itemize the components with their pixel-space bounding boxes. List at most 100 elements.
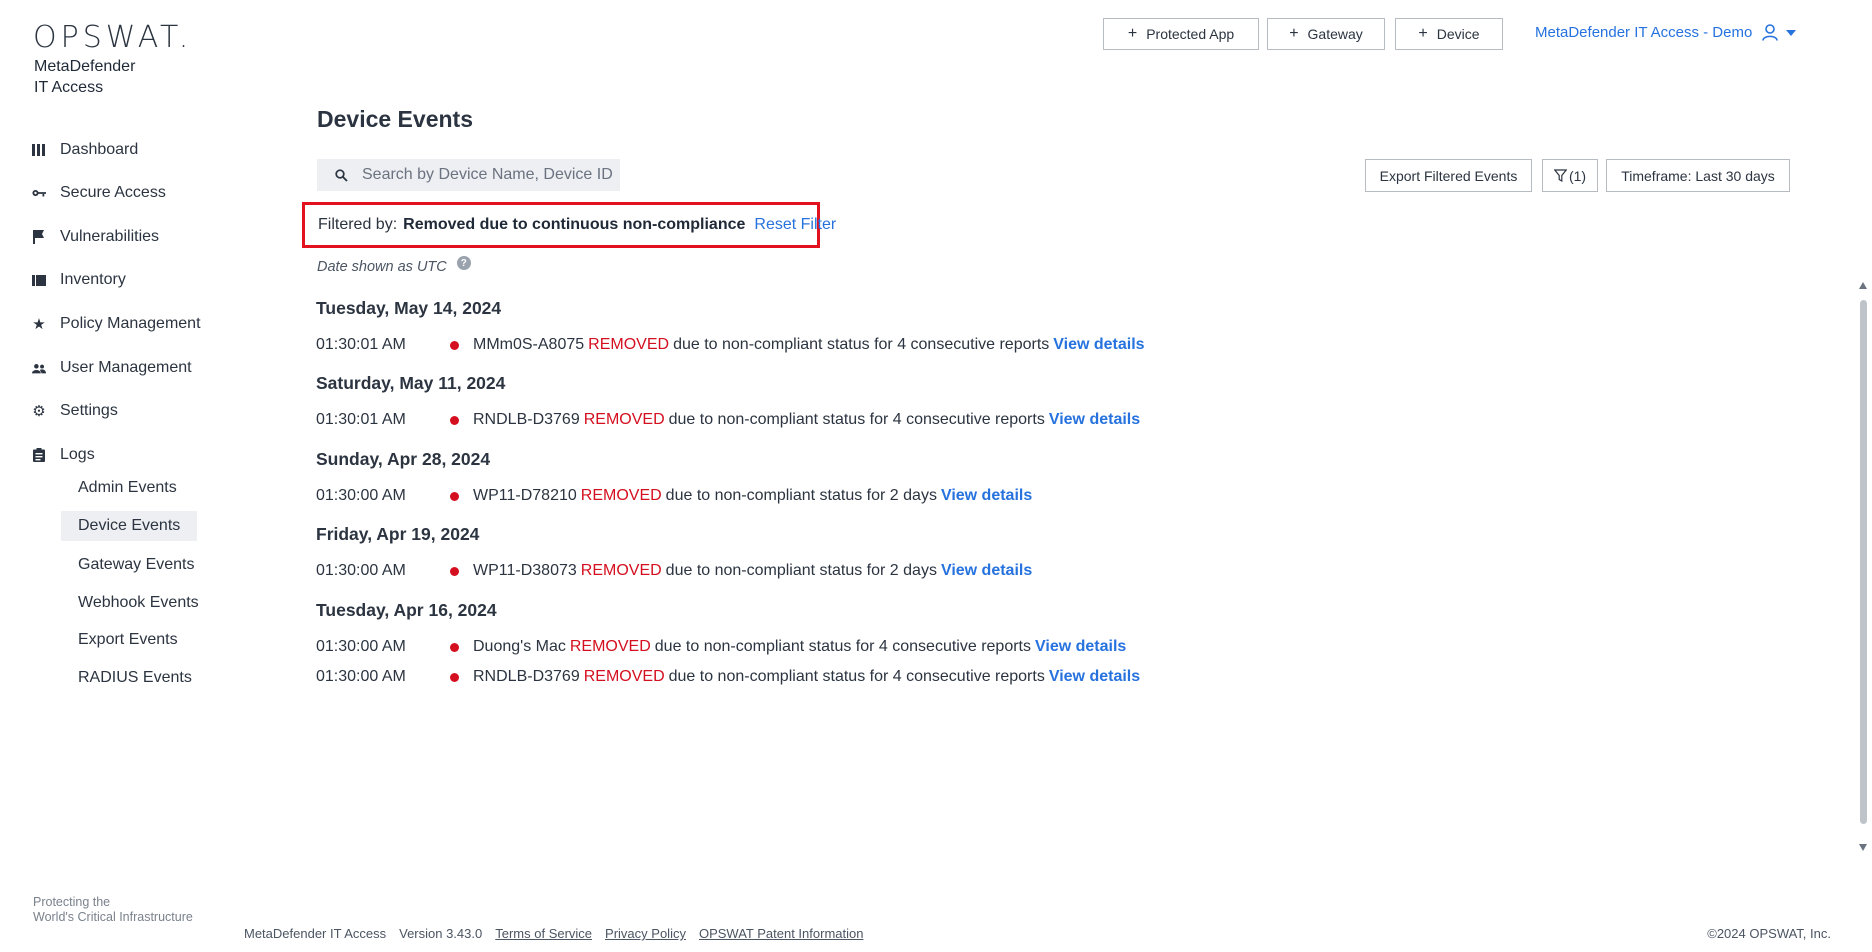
sidebar-item-label: Dashboard	[60, 141, 139, 158]
sidebar-subitem-radius-events[interactable]: RADIUS Events	[61, 663, 197, 693]
event-time: 01:30:00 AM	[316, 668, 406, 685]
sidebar-subitem-webhook-events[interactable]: Webhook Events	[61, 588, 199, 618]
view-details-link[interactable]: View details	[941, 487, 1032, 505]
event-time: 01:30:01 AM	[316, 336, 406, 353]
product-name: MetaDefender IT Access	[34, 56, 135, 98]
status-dot-icon	[450, 642, 459, 652]
sidebar-item-dashboard[interactable]: Dashboard	[32, 138, 138, 162]
event-time: 01:30:00 AM	[316, 562, 406, 579]
status-dot-icon	[450, 340, 459, 350]
plus-icon: +	[1418, 25, 1428, 42]
sidebar-subitem-gateway-events[interactable]: Gateway Events	[61, 550, 197, 580]
tagline-line1: Protecting the	[33, 895, 111, 909]
filter-icon	[1553, 169, 1567, 182]
scroll-down-arrow-icon[interactable]	[1859, 844, 1867, 851]
sidebar-subitem-admin-events[interactable]: Admin Events	[61, 473, 197, 503]
event-row: 01:30:01 AM MMm0S-A8075 REMOVED due to n…	[316, 334, 1145, 356]
utc-note: Date shown as UTC ?	[317, 256, 471, 275]
sidebar-item-user-management[interactable]: User Management	[32, 356, 192, 380]
search-icon	[335, 168, 348, 182]
search-box[interactable]	[317, 159, 620, 191]
opswat-logo[interactable]: OPSWAT.	[33, 20, 192, 55]
export-filtered-events-button[interactable]: Export Filtered Events	[1365, 159, 1532, 192]
sidebar-subitem-export-events[interactable]: Export Events	[61, 625, 197, 655]
event-row: 01:30:00 AM RNDLB-D3769 REMOVED due to n…	[316, 666, 1140, 688]
footer-version: Version 3.43.0	[399, 926, 483, 941]
view-details-link[interactable]: View details	[1035, 638, 1126, 656]
users-icon	[32, 361, 46, 375]
event-description: due to non-compliant status for 4 consec…	[654, 638, 1031, 655]
active-filter-bar: Filtered by: Removed due to continuous n…	[302, 202, 836, 248]
event-status: REMOVED	[588, 336, 670, 353]
sidebar: OPSWAT. MetaDefender IT Access Dashboard…	[0, 0, 230, 952]
sidebar-subitem-device-events[interactable]: Device Events	[61, 511, 197, 541]
account-menu[interactable]: MetaDefender IT Access - Demo	[1535, 24, 1797, 41]
date-heading: Sunday, Apr 28, 2024	[316, 449, 491, 469]
event-row: 01:30:00 AM WP11-D78210 REMOVED due to n…	[316, 485, 1032, 507]
status-dot-icon	[450, 415, 459, 425]
event-row: 01:30:01 AM RNDLB-D3769 REMOVED due to n…	[316, 409, 1140, 431]
tagline: Protecting the World's Critical Infrastr…	[33, 895, 193, 925]
sidebar-item-logs[interactable]: Logs	[32, 443, 95, 467]
footer-product: MetaDefender IT Access	[244, 926, 387, 941]
filter-count: (1)	[1568, 167, 1587, 184]
filter-button[interactable]: (1)	[1542, 159, 1598, 192]
account-name: MetaDefender IT Access - Demo	[1535, 24, 1753, 41]
user-icon	[1762, 24, 1779, 41]
event-device: MMm0S-A8075	[473, 336, 585, 353]
button-label: Protected App	[1146, 26, 1235, 42]
plus-icon: +	[1289, 25, 1299, 42]
add-device-button[interactable]: + Device	[1395, 18, 1503, 50]
help-icon[interactable]: ?	[456, 256, 471, 270]
date-heading: Friday, Apr 19, 2024	[316, 524, 480, 544]
view-details-link[interactable]: View details	[941, 562, 1032, 580]
event-description: due to non-compliant status for 2 days	[665, 562, 937, 579]
flag-icon	[32, 230, 46, 244]
add-gateway-button[interactable]: + Gateway	[1267, 18, 1385, 50]
sidebar-item-vulnerabilities[interactable]: Vulnerabilities	[32, 225, 159, 249]
sidebar-item-inventory[interactable]: Inventory	[32, 268, 126, 292]
event-device: WP11-D38073	[473, 562, 577, 579]
event-device: RNDLB-D3769	[473, 668, 580, 685]
event-status: REMOVED	[580, 487, 662, 504]
date-heading: Saturday, May 11, 2024	[316, 373, 506, 393]
view-details-link[interactable]: View details	[1049, 411, 1140, 429]
event-device: WP11-D78210	[473, 487, 577, 504]
scroll-up-arrow-icon[interactable]	[1859, 282, 1867, 289]
status-dot-icon	[450, 566, 459, 576]
sidebar-item-policy-management[interactable]: ★ Policy Management	[32, 312, 200, 336]
timeframe-button[interactable]: Timeframe: Last 30 days	[1606, 159, 1790, 192]
event-status: REMOVED	[569, 638, 651, 655]
event-status: REMOVED	[583, 668, 665, 685]
terms-of-service-link[interactable]: Terms of Service	[495, 926, 592, 941]
sidebar-item-label: Settings	[60, 402, 118, 419]
event-time: 01:30:00 AM	[316, 638, 406, 655]
event-row: 01:30:00 AM WP11-D38073 REMOVED due to n…	[316, 560, 1032, 582]
privacy-policy-link[interactable]: Privacy Policy	[605, 926, 686, 941]
product-name-line2: IT Access	[34, 79, 104, 96]
clipboard-icon	[32, 448, 46, 462]
sidebar-item-label: Inventory	[60, 271, 126, 288]
product-name-line1: MetaDefender	[34, 58, 136, 75]
copyright: ©2024 OPSWAT, Inc.	[1707, 926, 1831, 941]
scrollbar-thumb[interactable]	[1860, 300, 1867, 824]
event-status: REMOVED	[580, 562, 662, 579]
sidebar-item-secure-access[interactable]: Secure Access	[32, 181, 166, 205]
reset-filter-link[interactable]: Reset Filter	[754, 216, 836, 234]
button-label: Gateway	[1307, 26, 1363, 42]
event-description: due to non-compliant status for 2 days	[665, 487, 937, 504]
key-icon	[32, 186, 46, 200]
sidebar-item-settings[interactable]: ⚙ Settings	[32, 399, 118, 423]
view-details-link[interactable]: View details	[1053, 336, 1144, 354]
plus-icon: +	[1127, 25, 1138, 42]
status-dot-icon	[450, 491, 459, 501]
footer: MetaDefender IT Access Version 3.43.0 Te…	[244, 926, 876, 941]
event-device: RNDLB-D3769	[473, 411, 580, 428]
utc-note-text: Date shown as UTC	[317, 259, 447, 275]
patent-info-link[interactable]: OPSWAT Patent Information	[699, 926, 864, 941]
add-protected-app-button[interactable]: + Protected App	[1103, 18, 1259, 50]
event-device: Duong's Mac	[473, 638, 566, 655]
search-input[interactable]	[360, 165, 620, 185]
dashboard-icon	[32, 143, 46, 157]
view-details-link[interactable]: View details	[1049, 668, 1140, 686]
